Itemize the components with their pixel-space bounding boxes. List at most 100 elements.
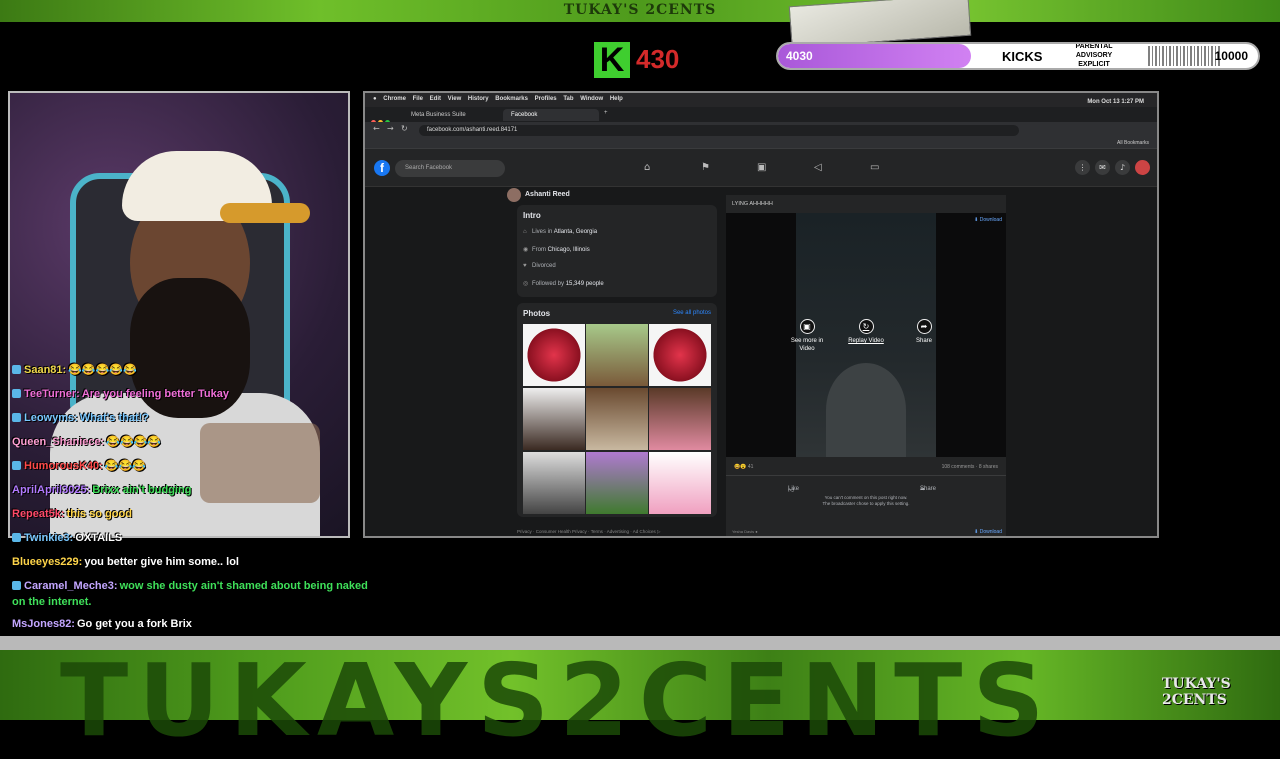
from-prefix: From (532, 247, 548, 253)
facebook-logo-icon[interactable]: f (374, 160, 390, 176)
cap-visor (220, 203, 310, 223)
chat-message: Leowyms: What's that!? (12, 410, 382, 434)
comments-disabled-line2: The broadcaster chose to apply this sett… (822, 501, 910, 506)
home-icon: ⌂ (523, 229, 527, 235)
kick-logo: K (594, 42, 630, 78)
reload-icon[interactable]: ↻ (401, 124, 408, 133)
menu-grid-icon[interactable]: ⋮ (1075, 160, 1090, 175)
see-all-photos-link[interactable]: See all photos (673, 310, 711, 316)
photo-thumbnail[interactable] (586, 388, 648, 450)
menu-tab[interactable]: Tab (563, 96, 573, 102)
profile-avatar[interactable] (507, 188, 521, 202)
photo-thumbnail[interactable] (649, 388, 711, 450)
post-stats: 😆😮 41 108 comments · 8 shares (726, 460, 1006, 474)
messenger-icon[interactable]: ✉ (1095, 160, 1110, 175)
menu-history[interactable]: History (468, 96, 489, 102)
replay-icon: ↻ (858, 319, 874, 334)
menu-profiles[interactable]: Profiles (535, 96, 557, 102)
kicks-goal-bar: 4030 KICKS PARENTAL ADVISORY EXPLICIT CO… (776, 42, 1260, 70)
badge-icon (12, 365, 21, 374)
goal-target: 10000 (1214, 49, 1248, 63)
screen-share: ● Chrome File Edit View History Bookmark… (363, 91, 1159, 538)
menu-bookmarks[interactable]: Bookmarks (495, 96, 528, 102)
lives-prefix: Lives in (532, 229, 554, 235)
intro-card: Intro ⌂ Lives in Atlanta, Georgia ◉ From C… (517, 205, 717, 297)
all-bookmarks[interactable]: All Bookmarks (1117, 140, 1149, 146)
back-icon[interactable]: ← (373, 124, 380, 133)
url-field[interactable]: facebook.com/ashanti.reed.84171 (419, 125, 1019, 136)
download-button[interactable]: ⬇ Download (974, 217, 1002, 223)
photo-thumbnail[interactable] (523, 324, 585, 386)
from-value[interactable]: Chicago, Illinois (548, 247, 590, 253)
tab-facebook[interactable]: Facebook (503, 109, 599, 121)
tab-bar: Meta Business Suite Facebook + (365, 107, 1157, 125)
followed-prefix: Followed by (532, 281, 566, 287)
facebook-search-input[interactable]: Search Facebook (395, 160, 505, 177)
video-share-button[interactable]: ➦ Share (904, 319, 944, 345)
tab-meta-business[interactable]: Meta Business Suite (403, 109, 499, 121)
chat-message: Caramel_Meche3: wow she dusty ain't shame… (12, 578, 382, 616)
mac-menu-bar: ● Chrome File Edit View History Bookmark… (365, 93, 1157, 107)
menu-help[interactable]: Help (610, 96, 623, 102)
badge-icon (12, 533, 21, 542)
followed-value[interactable]: 15,349 people (566, 281, 604, 287)
chat-username: MsJones82: (12, 618, 75, 630)
chat-message: TeeTurner: Are you feeling better Tukay (12, 386, 382, 410)
next-post-download-button[interactable]: ⬇ Download (974, 529, 1002, 535)
chat-text: you better give him some.. lol (84, 556, 239, 568)
home-icon[interactable]: ⌂ (644, 162, 650, 173)
chat-username: HumorousK40: (24, 460, 103, 472)
photos-card: Photos See all photos (517, 303, 717, 517)
facebook-nav: f Search Facebook ⌂ ⚑ ▣ ◁ ▭ ⋮ ✉ ♪ (365, 149, 1157, 187)
replay-video-button[interactable]: ↻ Replay Video (846, 319, 886, 345)
photo-thumbnail[interactable] (586, 452, 648, 514)
new-tab-button[interactable]: + (601, 109, 615, 121)
reactions-count[interactable]: 😆😮 41 (734, 464, 753, 470)
chat-text: 😂😂😂😂 (106, 436, 162, 448)
photo-thumbnail[interactable] (586, 324, 648, 386)
see-more-in-video-button[interactable]: ▣ See more in Video (787, 319, 827, 353)
intro-from: ◉ From Chicago, Illinois (523, 246, 590, 253)
next-post-author[interactable]: Yesha Davis ● (732, 529, 758, 534)
lives-value[interactable]: Atlanta, Georgia (554, 229, 597, 235)
menu-edit[interactable]: Edit (430, 96, 441, 102)
flag-icon[interactable]: ⚑ (701, 162, 710, 173)
facebook-content: Ashanti Reed Intro ⌂ Lives in Atlanta, Ge… (365, 187, 1157, 536)
chat-text: 😂😂😂 (104, 460, 146, 472)
intro-lives: ⌂ Lives in Atlanta, Georgia (523, 229, 597, 235)
comments-disabled-notice: You can't comment on this post right now… (726, 495, 1006, 507)
notifications-icon[interactable]: ♪ (1115, 160, 1130, 175)
menu-file[interactable]: File (413, 96, 423, 102)
profile-name[interactable]: Ashanti Reed (507, 188, 570, 202)
menu-chrome[interactable]: Chrome (383, 96, 406, 102)
avatar-icon (12, 581, 21, 590)
facebook-footer-links[interactable]: Privacy · Consumer Health Privacy · Term… (517, 529, 660, 535)
status-value: Divorced (532, 263, 556, 269)
account-avatar[interactable] (1135, 160, 1150, 175)
megaphone-icon[interactable]: ◁ (814, 162, 822, 173)
badge-icon (12, 461, 21, 470)
photo-thumbnail[interactable] (649, 324, 711, 386)
chat-username: AprilApril3025: (12, 484, 91, 496)
video-post: LYING AHHHHH ⬇ Download ▣ See more in Vid… (726, 195, 1006, 536)
photo-thumbnail[interactable] (523, 452, 585, 514)
heart-icon: ♥ (523, 263, 527, 269)
intro-title: Intro (523, 211, 541, 220)
replay-label: Replay Video (848, 338, 884, 344)
marketplace-icon[interactable]: ▣ (757, 162, 766, 173)
photo-thumbnail[interactable] (523, 388, 585, 450)
comments-shares-count[interactable]: 108 comments · 8 shares (942, 464, 998, 470)
menu-window[interactable]: Window (580, 96, 603, 102)
apple-icon[interactable]: ● (373, 96, 377, 102)
chat-text: OXTAILS (75, 532, 123, 544)
like-label: Like (788, 486, 800, 492)
menu-view[interactable]: View (448, 96, 462, 102)
post-title: LYING AHHHHH (732, 201, 773, 207)
chat-message: Twinkie3: OXTAILS (12, 530, 382, 554)
chat-message: Repeat5k: this so good (12, 506, 382, 530)
forward-icon[interactable]: → (387, 124, 394, 133)
photo-thumbnail[interactable] (649, 452, 711, 514)
video-player[interactable]: ⬇ Download ▣ See more in Video ↻ Replay Vi… (726, 213, 1006, 457)
gaming-icon[interactable]: ▭ (870, 162, 879, 173)
goal-label: KICKS (1002, 49, 1043, 64)
